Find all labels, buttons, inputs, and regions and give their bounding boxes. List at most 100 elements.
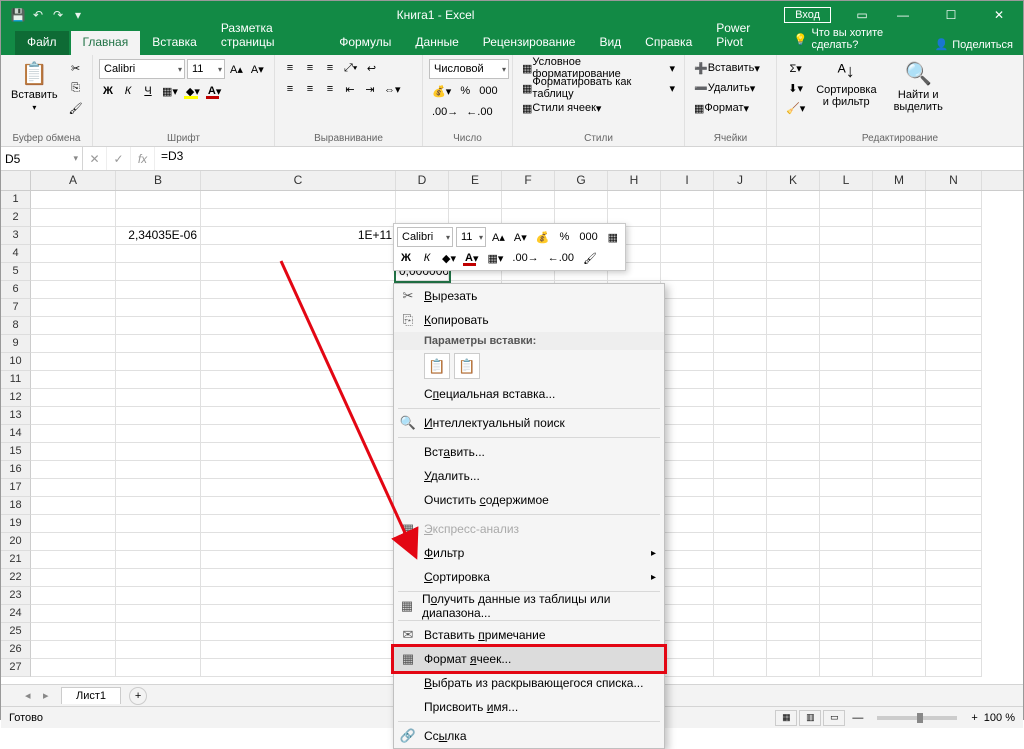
cell-K3[interactable]: [767, 227, 820, 245]
cell-J4[interactable]: [714, 245, 767, 263]
orientation-button[interactable]: ⤢▾: [341, 59, 360, 77]
cell-K24[interactable]: [767, 605, 820, 623]
mini-comma[interactable]: 000: [576, 228, 600, 246]
row-header-7[interactable]: 7: [1, 299, 31, 317]
indent-inc-button[interactable]: ⇥: [361, 80, 379, 98]
align-top-button[interactable]: ≡: [281, 59, 299, 77]
select-all-corner[interactable]: [1, 171, 31, 190]
cell-M16[interactable]: [873, 461, 926, 479]
cell-K16[interactable]: [767, 461, 820, 479]
add-sheet-button[interactable]: +: [129, 687, 147, 705]
formula-input[interactable]: =D3: [155, 147, 1023, 170]
cell-C15[interactable]: [201, 443, 396, 461]
col-header-K[interactable]: K: [767, 171, 820, 190]
cell-M4[interactable]: [873, 245, 926, 263]
cell-N14[interactable]: [926, 425, 982, 443]
row-header-23[interactable]: 23: [1, 587, 31, 605]
row-header-16[interactable]: 16: [1, 461, 31, 479]
cell-M1[interactable]: [873, 191, 926, 209]
col-header-N[interactable]: N: [926, 171, 982, 190]
align-bot-button[interactable]: ≡: [321, 59, 339, 77]
cell-K14[interactable]: [767, 425, 820, 443]
cell-K23[interactable]: [767, 587, 820, 605]
cell-N27[interactable]: [926, 659, 982, 677]
cell-A14[interactable]: [31, 425, 116, 443]
cell-B16[interactable]: [116, 461, 201, 479]
fontsize-combo[interactable]: 11: [187, 59, 225, 79]
cell-J8[interactable]: [714, 317, 767, 335]
cell-C20[interactable]: [201, 533, 396, 551]
cell-L1[interactable]: [820, 191, 873, 209]
cell-B20[interactable]: [116, 533, 201, 551]
cell-I24[interactable]: [661, 605, 714, 623]
cell-K22[interactable]: [767, 569, 820, 587]
col-header-J[interactable]: J: [714, 171, 767, 190]
cell-E1[interactable]: [449, 191, 502, 209]
cell-N2[interactable]: [926, 209, 982, 227]
bold-button[interactable]: Ж: [99, 82, 117, 100]
cell-L4[interactable]: [820, 245, 873, 263]
col-header-L[interactable]: L: [820, 171, 873, 190]
cell-A17[interactable]: [31, 479, 116, 497]
cell-N17[interactable]: [926, 479, 982, 497]
mini-fontcolor[interactable]: А▾: [462, 249, 481, 267]
undo-icon[interactable]: ↶: [29, 6, 47, 24]
cell-L7[interactable]: [820, 299, 873, 317]
cell-C24[interactable]: [201, 605, 396, 623]
mini-painter[interactable]: 🖌: [580, 249, 600, 267]
delete-cells-button[interactable]: ➖ Удалить ▾: [691, 79, 770, 97]
cell-A7[interactable]: [31, 299, 116, 317]
cell-N4[interactable]: [926, 245, 982, 263]
merge-button[interactable]: ⇔▾: [381, 80, 404, 98]
number-format-combo[interactable]: Числовой: [429, 59, 509, 79]
cell-M6[interactable]: [873, 281, 926, 299]
view-pagebreak[interactable]: ▭: [823, 710, 845, 726]
align-mid-button[interactable]: ≡: [301, 59, 319, 77]
cell-A25[interactable]: [31, 623, 116, 641]
redo-icon[interactable]: ↷: [49, 6, 67, 24]
cell-B26[interactable]: [116, 641, 201, 659]
col-header-B[interactable]: B: [116, 171, 201, 190]
cell-B9[interactable]: [116, 335, 201, 353]
mini-italic[interactable]: К: [418, 249, 436, 267]
cell-I11[interactable]: [661, 371, 714, 389]
col-header-M[interactable]: M: [873, 171, 926, 190]
col-header-I[interactable]: I: [661, 171, 714, 190]
ctx-item-23[interactable]: 🔗Ссылка: [394, 724, 664, 748]
cell-C26[interactable]: [201, 641, 396, 659]
cell-N24[interactable]: [926, 605, 982, 623]
cell-A13[interactable]: [31, 407, 116, 425]
cell-L24[interactable]: [820, 605, 873, 623]
cell-J10[interactable]: [714, 353, 767, 371]
cell-B13[interactable]: [116, 407, 201, 425]
cell-I13[interactable]: [661, 407, 714, 425]
wrap-text-button[interactable]: ↩: [362, 59, 380, 77]
cell-B12[interactable]: [116, 389, 201, 407]
cell-M18[interactable]: [873, 497, 926, 515]
italic-button[interactable]: К: [119, 82, 137, 100]
cell-L22[interactable]: [820, 569, 873, 587]
tab-data[interactable]: Данные: [403, 31, 470, 55]
cell-M8[interactable]: [873, 317, 926, 335]
cell-J26[interactable]: [714, 641, 767, 659]
cell-L12[interactable]: [820, 389, 873, 407]
cell-B17[interactable]: [116, 479, 201, 497]
cell-L19[interactable]: [820, 515, 873, 533]
cell-C27[interactable]: [201, 659, 396, 677]
cell-J13[interactable]: [714, 407, 767, 425]
cell-L21[interactable]: [820, 551, 873, 569]
cell-C11[interactable]: [201, 371, 396, 389]
cell-C5[interactable]: [201, 263, 396, 281]
view-pagelayout[interactable]: ▥: [799, 710, 821, 726]
cell-N15[interactable]: [926, 443, 982, 461]
cell-M3[interactable]: [873, 227, 926, 245]
cell-C7[interactable]: [201, 299, 396, 317]
row-header-3[interactable]: 3: [1, 227, 31, 245]
cell-C23[interactable]: [201, 587, 396, 605]
cell-N8[interactable]: [926, 317, 982, 335]
row-header-10[interactable]: 10: [1, 353, 31, 371]
cell-B6[interactable]: [116, 281, 201, 299]
cell-I21[interactable]: [661, 551, 714, 569]
format-painter-button[interactable]: 🖌: [66, 99, 86, 117]
cell-B2[interactable]: [116, 209, 201, 227]
